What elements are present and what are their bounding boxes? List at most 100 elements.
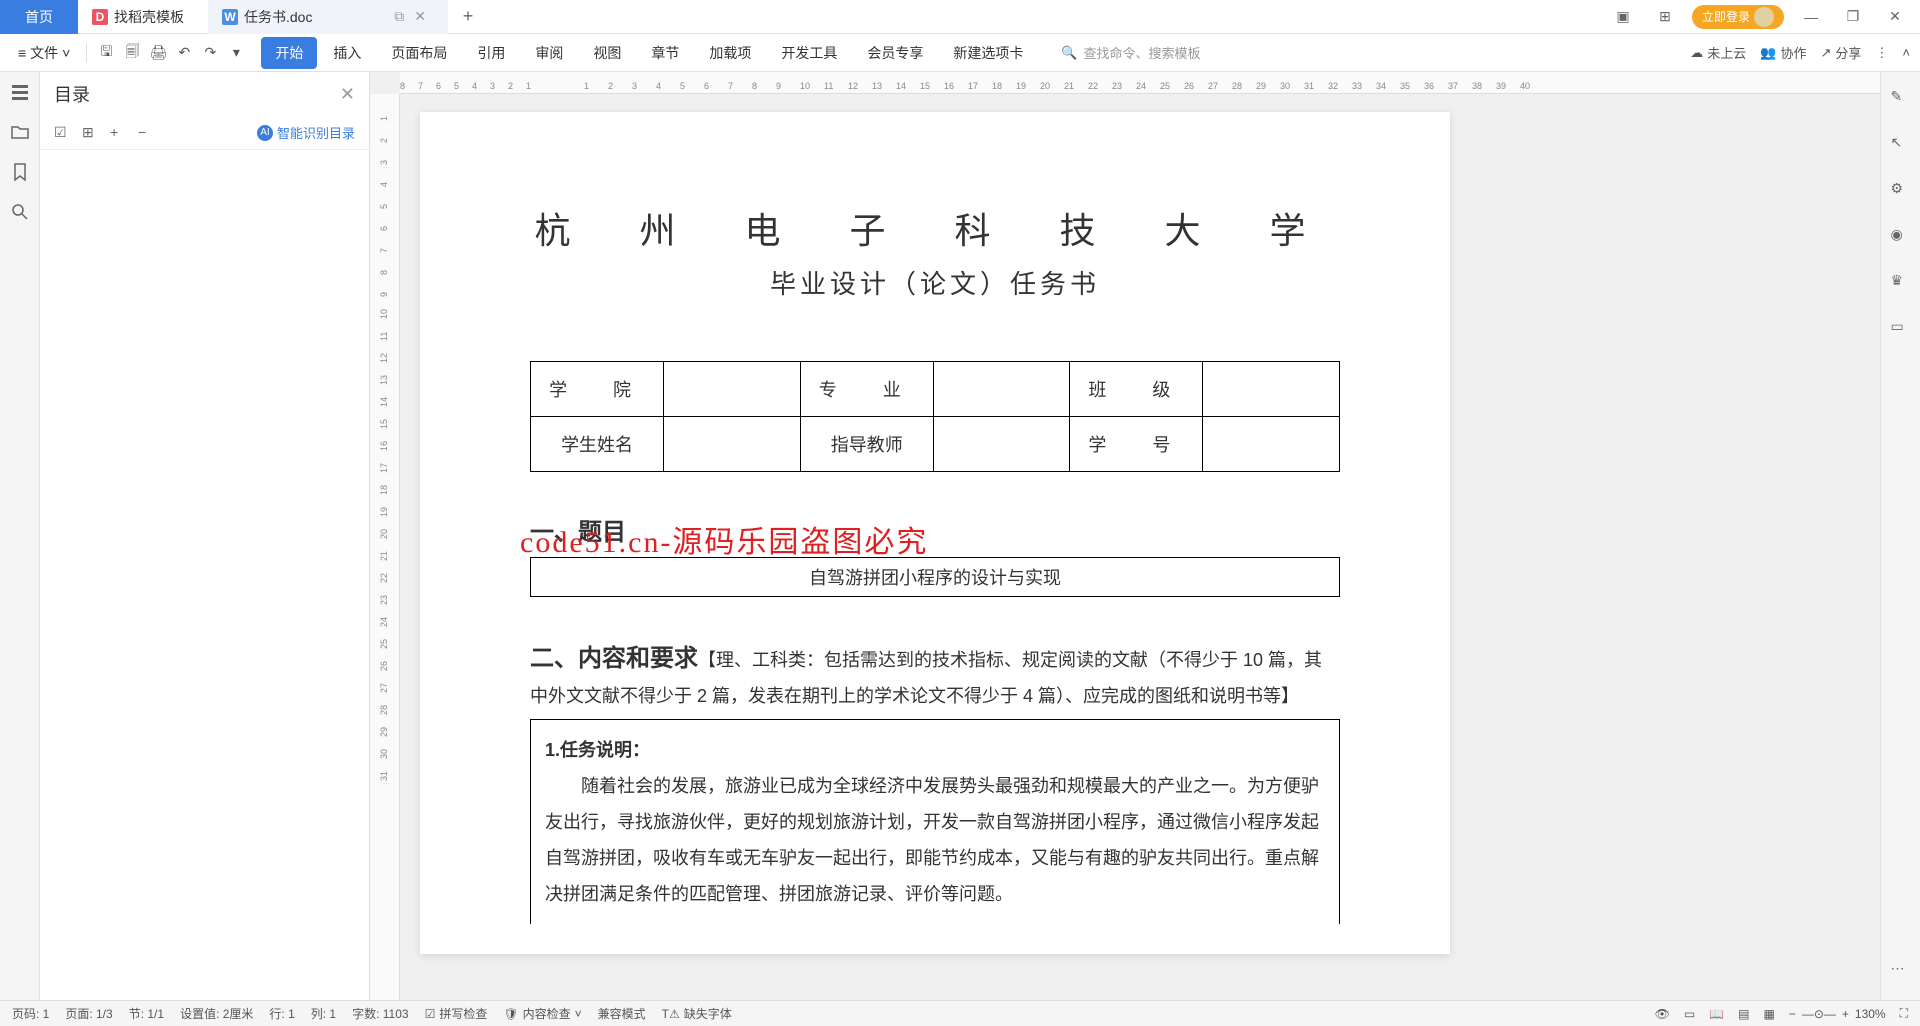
- toc-remove-icon[interactable]: −: [138, 124, 156, 142]
- search-placeholder: 查找命令、搜索模板: [1084, 43, 1201, 62]
- premium-icon[interactable]: ♛: [1891, 272, 1911, 292]
- outline-icon[interactable]: [10, 82, 30, 102]
- editor-area: 8765432112345678910111213141516171819202…: [370, 72, 1880, 1000]
- maximize-button[interactable]: ❐: [1838, 8, 1868, 25]
- close-button[interactable]: ✕: [1880, 8, 1910, 25]
- ribbon-tab-7[interactable]: 加载项: [695, 37, 765, 69]
- layout-icon[interactable]: ▣: [1608, 8, 1638, 25]
- ribbon-tab-5[interactable]: 视图: [579, 37, 635, 69]
- reader-icon[interactable]: ▭: [1891, 318, 1911, 338]
- tab-document[interactable]: W 任务书.doc ⧉ ✕: [208, 0, 448, 34]
- statusbar: 页码: 1 页面: 1/3 节: 1/1 设置值: 2厘米 行: 1 列: 1 …: [0, 1000, 1920, 1026]
- ribbon-tab-0[interactable]: 开始: [261, 37, 317, 69]
- val-teacher[interactable]: [933, 417, 1070, 472]
- toc-add-icon[interactable]: +: [110, 124, 128, 142]
- val-name[interactable]: [664, 417, 801, 472]
- horizontal-ruler[interactable]: 8765432112345678910111213141516171819202…: [400, 72, 1880, 94]
- val-college[interactable]: [664, 362, 801, 417]
- ribbon-tab-9[interactable]: 会员专享: [853, 37, 937, 69]
- tab-detach-icon[interactable]: ⧉: [394, 8, 404, 25]
- avatar-icon: [1754, 7, 1774, 27]
- ai-icon[interactable]: ◉: [1891, 226, 1911, 246]
- status-position[interactable]: 设置值: 2厘米: [180, 1005, 253, 1022]
- zoom-out-button[interactable]: −: [1789, 1007, 1796, 1021]
- ribbon-tab-3[interactable]: 引用: [463, 37, 519, 69]
- search-icon: 🔍: [1061, 45, 1077, 61]
- collapse-ribbon-icon[interactable]: ˄: [1902, 45, 1910, 60]
- tab-home[interactable]: 首页: [0, 0, 78, 34]
- minimize-button[interactable]: —: [1796, 9, 1826, 25]
- status-words[interactable]: 字数: 1103: [352, 1005, 408, 1022]
- view-mode-outline-icon[interactable]: ▦: [1763, 1007, 1774, 1021]
- task-label: 1.任务说明：: [545, 732, 1325, 768]
- status-content-check[interactable]: 🛡 内容检查 ˅: [503, 1005, 581, 1022]
- status-page-no[interactable]: 页码: 1: [12, 1005, 49, 1022]
- section2: 二、内容和要求【理、工科类：包括需达到的技术指标、规定阅读的文献（不得少于 10…: [530, 637, 1340, 713]
- app-menu-button[interactable]: ≡ 文件 ˅: [10, 39, 78, 67]
- word-icon: W: [222, 9, 238, 25]
- tab-store[interactable]: D 找稻壳模板: [78, 0, 208, 34]
- select-icon[interactable]: ↖: [1891, 134, 1911, 154]
- folder-icon[interactable]: [10, 122, 30, 142]
- apps-icon[interactable]: ⊞: [1650, 8, 1680, 25]
- status-row[interactable]: 行: 1: [269, 1005, 294, 1022]
- ribbon-tab-6[interactable]: 章节: [637, 37, 693, 69]
- ribbon-tab-8[interactable]: 开发工具: [767, 37, 851, 69]
- info-table: 学 院 专 业 班 级 学生姓名 指导教师 学 号: [530, 361, 1340, 472]
- ai-badge-icon: AI: [257, 125, 273, 141]
- login-button[interactable]: 立即登录: [1692, 5, 1784, 29]
- sidebar-close-icon[interactable]: ✕: [340, 84, 355, 105]
- status-section[interactable]: 节: 1/1: [129, 1005, 164, 1022]
- find-icon[interactable]: [10, 202, 30, 222]
- right-panel-bar: ✎ ↖ ⚙ ◉ ♛ ▭ ⋯: [1880, 72, 1920, 1000]
- val-major[interactable]: [933, 362, 1070, 417]
- tab-doc-label: 任务书.doc: [244, 7, 312, 27]
- view-mode-web-icon[interactable]: ▤: [1738, 1007, 1749, 1021]
- val-id[interactable]: [1203, 417, 1340, 472]
- status-col[interactable]: 列: 1: [311, 1005, 336, 1022]
- status-missing-font[interactable]: T⚠ 缺失字体: [662, 1005, 732, 1022]
- print-icon[interactable]: 🖨: [147, 42, 169, 64]
- tab-close-icon[interactable]: ✕: [414, 8, 426, 25]
- main: 目录 ✕ ☑ ⊞ + − AI 智能识别目录 87654321123456789…: [0, 72, 1920, 1000]
- undo-icon[interactable]: ↶: [173, 42, 195, 64]
- dropdown-icon[interactable]: ▾: [225, 42, 247, 64]
- ribbon-tab-2[interactable]: 页面布局: [377, 37, 461, 69]
- val-class[interactable]: [1203, 362, 1340, 417]
- collab-button[interactable]: 👥 协作: [1760, 43, 1806, 62]
- ribbon-tab-10[interactable]: 新建选项卡: [939, 37, 1037, 69]
- label-college: 学 院: [531, 362, 664, 417]
- feedback-icon[interactable]: ⋯: [1891, 960, 1911, 980]
- section2-head: 二、内容和要求: [530, 645, 698, 672]
- status-compat[interactable]: 兼容模式: [598, 1005, 646, 1022]
- redo-icon[interactable]: ↷: [199, 42, 221, 64]
- view-mode-page-icon[interactable]: ▭: [1684, 1007, 1695, 1021]
- bookmark-icon[interactable]: [10, 162, 30, 182]
- settings-icon[interactable]: ⚙: [1891, 180, 1911, 200]
- share-button[interactable]: ↗ 分享: [1820, 43, 1861, 62]
- document-page[interactable]: 杭 州 电 子 科 技 大 学 毕业设计（论文）任务书 学 院 专 业 班 级 …: [420, 112, 1450, 954]
- label-teacher: 指导教师: [800, 417, 933, 472]
- save-as-icon[interactable]: 🗐: [121, 42, 143, 64]
- save-icon[interactable]: 🖫: [95, 42, 117, 64]
- status-page[interactable]: 页面: 1/3: [65, 1005, 112, 1022]
- label-major: 专 业: [800, 362, 933, 417]
- edit-icon[interactable]: ✎: [1891, 88, 1911, 108]
- ribbon-tab-4[interactable]: 审阅: [521, 37, 577, 69]
- ribbon-tab-1[interactable]: 插入: [319, 37, 375, 69]
- toc-check-icon[interactable]: ☑: [54, 124, 72, 142]
- toc-expand-icon[interactable]: ⊞: [82, 124, 100, 142]
- zoom-slider[interactable]: —⊙—: [1802, 1007, 1836, 1021]
- view-mode-read-icon[interactable]: 👁: [1655, 1007, 1670, 1021]
- smart-toc-button[interactable]: AI 智能识别目录: [257, 123, 355, 142]
- status-spellcheck[interactable]: ☑ 拼写检查: [425, 1005, 488, 1022]
- zoom-value[interactable]: 130%: [1855, 1007, 1886, 1021]
- cloud-status[interactable]: ☁ 未上云: [1690, 43, 1746, 62]
- fullscreen-icon[interactable]: ⛶: [1900, 1006, 1908, 1021]
- vertical-ruler[interactable]: 1234567891011121314151617181920212223242…: [370, 94, 400, 1000]
- new-tab-button[interactable]: +: [448, 6, 488, 27]
- zoom-in-button[interactable]: +: [1842, 1007, 1849, 1021]
- command-search[interactable]: 🔍 查找命令、搜索模板: [1061, 43, 1200, 62]
- more-icon[interactable]: ⋮: [1875, 45, 1888, 61]
- view-mode-book-icon[interactable]: 📖: [1709, 1007, 1724, 1021]
